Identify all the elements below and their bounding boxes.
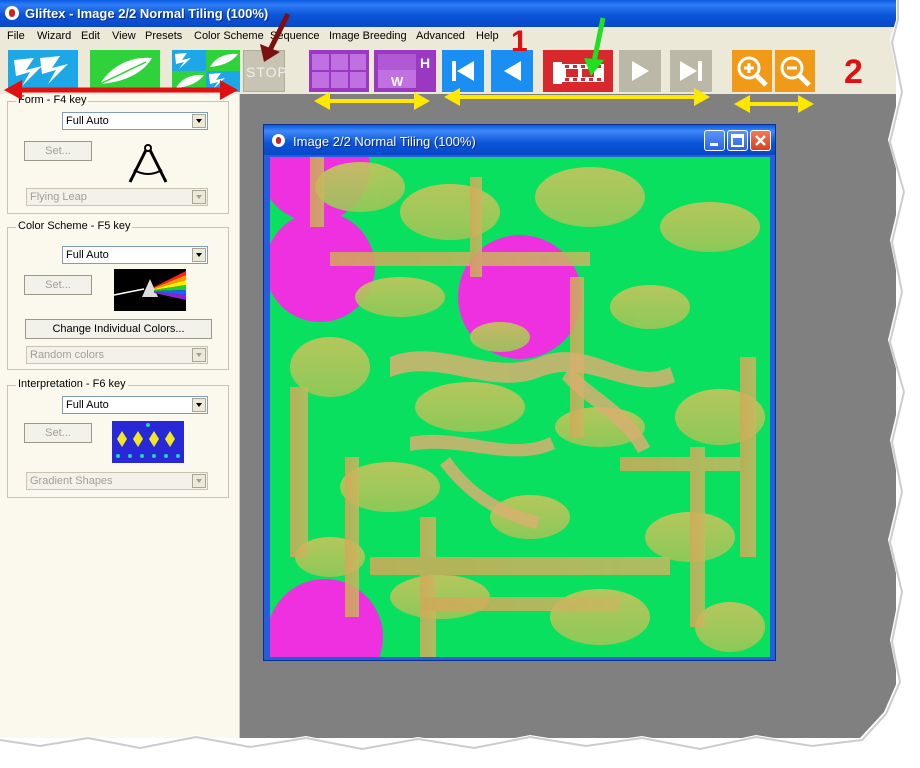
- close-button[interactable]: [750, 130, 771, 151]
- chevron-down-icon[interactable]: [192, 114, 206, 128]
- interpretation-mode-select[interactable]: Full Auto: [62, 396, 208, 414]
- gradient-shapes-icon: [112, 421, 184, 463]
- interpretation-set-button[interactable]: Set...: [24, 423, 92, 443]
- zoom-in-icon: [737, 56, 768, 87]
- image-window-title: Image 2/2 Normal Tiling (100%): [293, 134, 476, 149]
- close-icon: [755, 135, 766, 146]
- menu-edit[interactable]: Edit: [81, 30, 100, 42]
- color-set-button[interactable]: Set...: [24, 275, 92, 295]
- title-bar[interactable]: Gliftex - Image 2/2 Normal Tiling (100%): [0, 0, 896, 27]
- fractal-image-canvas[interactable]: [270, 157, 770, 657]
- skip-forward-icon: [680, 61, 702, 81]
- menu-advanced[interactable]: Advanced: [416, 30, 465, 42]
- form-mode-value: Full Auto: [66, 115, 109, 127]
- chevron-down-icon[interactable]: [192, 190, 206, 204]
- color-type-value: Random colors: [30, 349, 104, 361]
- last-image-button[interactable]: [670, 50, 712, 92]
- menu-sequence[interactable]: Sequence: [270, 30, 320, 42]
- settings-panel: Form - F4 key Full Auto Set... Flying Le…: [0, 94, 240, 738]
- previous-image-button[interactable]: [491, 50, 533, 92]
- play-back-icon: [504, 61, 521, 81]
- color-scheme-mode-select[interactable]: Full Auto: [62, 246, 208, 264]
- randomize-all-button[interactable]: [172, 50, 240, 92]
- film-icon: [553, 62, 604, 84]
- zoom-out-button[interactable]: [775, 50, 815, 92]
- interpretation-group: Interpretation - F6 key Full Auto Set...…: [7, 378, 229, 498]
- feather-icon: [99, 57, 152, 85]
- prism-icon: [114, 269, 186, 311]
- first-image-button[interactable]: [442, 50, 484, 92]
- color-scheme-group-title: Color Scheme - F5 key: [16, 220, 133, 232]
- chevron-down-icon[interactable]: [192, 474, 206, 488]
- color-scheme-group: Color Scheme - F5 key Full Auto Set... C…: [7, 220, 229, 370]
- chevron-down-icon[interactable]: [192, 248, 206, 262]
- h-letter: H: [420, 55, 431, 71]
- menu-file[interactable]: File: [7, 30, 25, 42]
- zoom-out-icon: [780, 56, 811, 87]
- chevron-down-icon[interactable]: [192, 348, 206, 362]
- window-title: Gliftex - Image 2/2 Normal Tiling (100%): [25, 6, 269, 21]
- form-type-value: Flying Leap: [30, 191, 87, 203]
- chevron-down-icon[interactable]: [192, 398, 206, 412]
- maximize-icon: [731, 134, 744, 147]
- menu-bar: File Wizard Edit View Presets Color Sche…: [0, 27, 896, 46]
- tile-view-button[interactable]: [309, 50, 369, 92]
- skip-back-icon: [452, 61, 474, 81]
- interpretation-type-value: Gradient Shapes: [30, 475, 113, 487]
- gliftex-window: Gliftex - Image 2/2 Normal Tiling (100%)…: [0, 0, 896, 738]
- randomize-form-button[interactable]: [8, 50, 78, 92]
- color-scheme-mode-value: Full Auto: [66, 249, 109, 261]
- app-icon[interactable]: [5, 6, 19, 20]
- interpretation-mode-value: Full Auto: [66, 399, 109, 411]
- lightning-feather-icon: [172, 50, 240, 92]
- w-letter: W: [391, 74, 404, 89]
- form-group: Form - F4 key Full Auto Set... Flying Le…: [7, 94, 229, 214]
- menu-image-breeding[interactable]: Image Breeding: [329, 30, 407, 42]
- lightning-icon: [14, 56, 68, 86]
- randomize-color-button[interactable]: [90, 50, 160, 92]
- interpretation-group-title: Interpretation - F6 key: [16, 378, 128, 390]
- menu-color-scheme[interactable]: Color Scheme: [194, 30, 264, 42]
- toolbar: STOP W H: [0, 46, 896, 94]
- image-window-title-bar[interactable]: Image 2/2 Normal Tiling (100%): [264, 125, 775, 155]
- stop-label: STOP: [246, 64, 288, 80]
- app-icon[interactable]: [272, 134, 285, 147]
- fractal-image: [270, 157, 770, 657]
- zoom-in-button[interactable]: [732, 50, 772, 92]
- maximize-button[interactable]: [727, 130, 748, 151]
- menu-help[interactable]: Help: [476, 30, 499, 42]
- grid-icon: [312, 54, 366, 88]
- next-image-button[interactable]: [619, 50, 661, 92]
- form-set-button[interactable]: Set...: [24, 141, 92, 161]
- menu-presets[interactable]: Presets: [145, 30, 182, 42]
- interpretation-type-select[interactable]: Gradient Shapes: [26, 472, 208, 490]
- play-icon: [632, 61, 649, 81]
- menu-wizard[interactable]: Wizard: [37, 30, 71, 42]
- minimize-icon: [710, 143, 718, 146]
- minimize-button[interactable]: [704, 130, 725, 151]
- form-mode-select[interactable]: Full Auto: [62, 112, 208, 130]
- image-window[interactable]: Image 2/2 Normal Tiling (100%): [263, 124, 776, 661]
- change-individual-colors-button[interactable]: Change Individual Colors...: [25, 319, 212, 339]
- film-strip-button[interactable]: [543, 50, 613, 92]
- stop-button[interactable]: STOP: [243, 50, 288, 92]
- compass-icon: [128, 144, 168, 183]
- image-size-button[interactable]: W H: [374, 50, 436, 92]
- form-type-select[interactable]: Flying Leap: [26, 188, 208, 206]
- form-group-title: Form - F4 key: [16, 94, 89, 106]
- menu-view[interactable]: View: [112, 30, 136, 42]
- color-type-select[interactable]: Random colors: [26, 346, 208, 364]
